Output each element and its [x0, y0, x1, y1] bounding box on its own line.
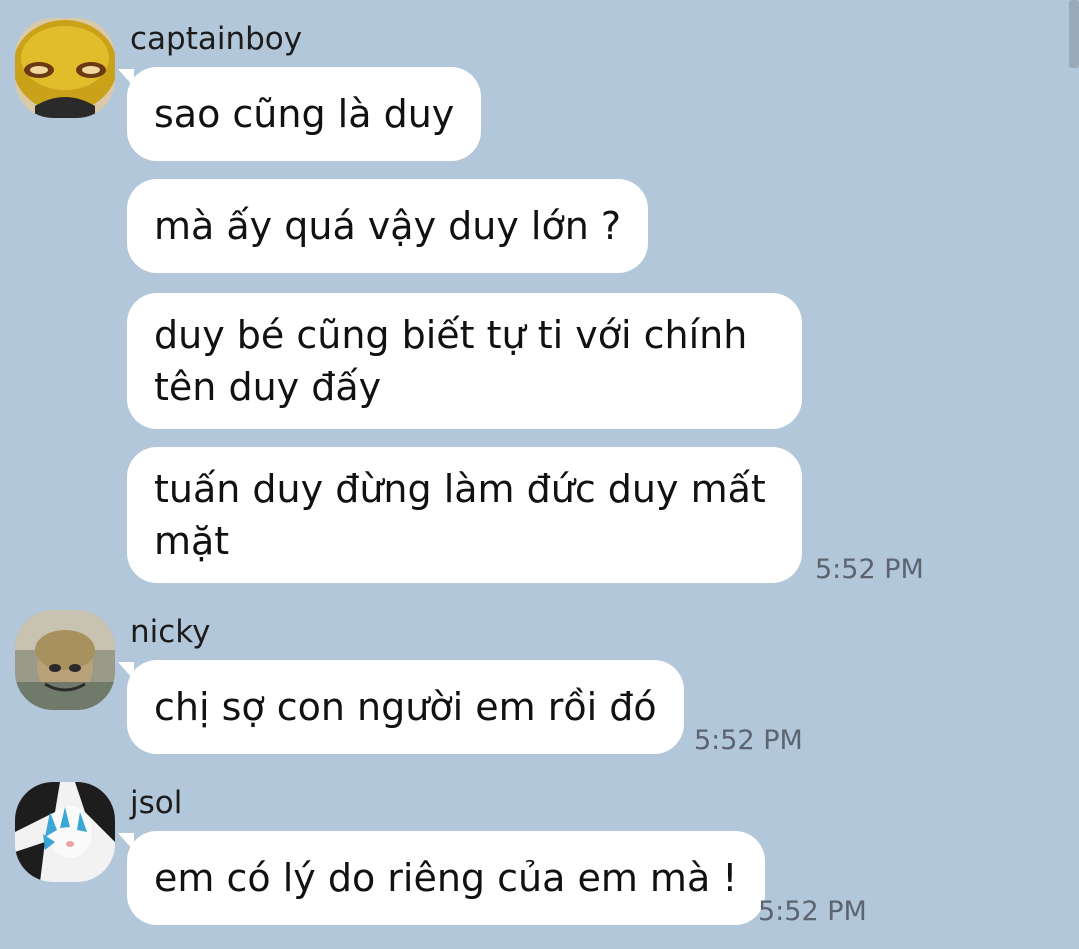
message-text: sao cũng là duy — [154, 92, 455, 136]
sender-name[interactable]: captainboy — [130, 24, 302, 55]
message-bubble[interactable]: duy bé cũng biết tự ti với chính tên duy… — [127, 293, 802, 429]
yellow-face-avatar[interactable] — [15, 18, 115, 118]
face-photo-avatar[interactable] — [15, 610, 115, 710]
sender-name[interactable]: jsol — [130, 788, 182, 819]
message-bubble[interactable]: sao cũng là duy — [117, 67, 482, 161]
message-text: duy bé cũng biết tự ti với chính tên duy… — [154, 313, 748, 409]
message-timestamp: 5:52 PM — [758, 896, 867, 927]
message-bubble[interactable]: mà ấy quá vậy duy lớn ? — [127, 179, 649, 273]
message-timestamp: 5:52 PM — [815, 554, 924, 585]
sender-name[interactable]: nicky — [130, 617, 211, 648]
message-bubble[interactable]: chị sợ con người em rồi đó — [118, 660, 684, 754]
message-bubble[interactable]: em có lý do riêng của em mà ! — [118, 831, 765, 925]
message-bubble[interactable]: tuấn duy đừng làm đức duy mất mặt — [127, 447, 802, 583]
message-text: chị sợ con người em rồi đó — [154, 685, 657, 729]
message-text: em có lý do riêng của em mà ! — [154, 856, 738, 900]
cat-photo-avatar[interactable] — [15, 782, 115, 882]
message-timestamp: 5:52 PM — [694, 725, 803, 756]
message-text: mà ấy quá vậy duy lớn ? — [154, 204, 622, 248]
message-text: tuấn duy đừng làm đức duy mất mặt — [154, 467, 766, 563]
scrollbar-thumb[interactable] — [1069, 0, 1079, 68]
